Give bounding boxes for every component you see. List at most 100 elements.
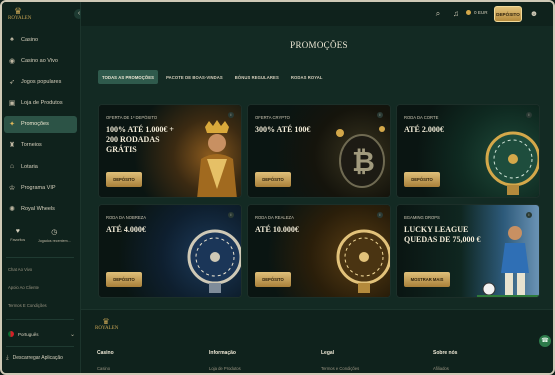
sidebar-item-label: Programa VIP bbox=[21, 184, 56, 191]
tab-royal-wheels[interactable]: RODAS ROYAL bbox=[287, 70, 327, 84]
promo-title: LUCKY LEAGUE QUEDAS DE 75,000 € bbox=[404, 225, 481, 244]
sidebar-item-label: Royal Wheels bbox=[21, 206, 55, 212]
footer: ♛ ROYALEN Casino Casino Informação Loja … bbox=[81, 309, 553, 373]
recent-games-button[interactable]: ◷ Jogados recentem... bbox=[38, 228, 71, 243]
sidebar-item-label: Lotaria bbox=[21, 163, 38, 170]
promo-card-bgaming-drops[interactable]: i BGAMING DROPS LUCKY LEAGUE QUEDAS DE 7… bbox=[396, 204, 540, 298]
user-icon[interactable]: ☻ bbox=[528, 8, 540, 20]
tab-welcome-package[interactable]: PACOTE DE BOAS-VINDAS bbox=[162, 70, 227, 84]
info-icon[interactable]: i bbox=[526, 112, 532, 118]
info-icon[interactable]: i bbox=[228, 212, 234, 218]
promo-title: 100% ATÉ 1.000€ + 200 RODADAS GRÁTIS bbox=[106, 125, 174, 154]
favorites-label: Favoritos bbox=[10, 238, 26, 242]
promo-title: ATÉ 4.000€ bbox=[106, 225, 146, 234]
sidebar-item-popular-games[interactable]: ➶ Jogos populares bbox=[4, 73, 77, 90]
recent-games-label: Jogados recentem... bbox=[38, 239, 71, 243]
promo-card-first-deposit[interactable]: i OFERTA DE 1º DEPÓSITO 100% ATÉ 1.000€ … bbox=[98, 104, 242, 198]
sidebar-divider bbox=[6, 257, 74, 258]
promo-tag: RODA DA NOBREZA bbox=[106, 215, 147, 220]
wheel-illustration-icon bbox=[485, 131, 539, 195]
promo-tag: OFERTA CRYPTO bbox=[255, 115, 290, 120]
promo-card-court-wheel[interactable]: i RODA DA CORTE ATÉ 2.000€ DEPÓSITO bbox=[396, 104, 540, 198]
promo-tabs: TODAS AS PROMOÇÕES PACOTE DE BOAS-VINDAS… bbox=[98, 70, 327, 84]
download-app-label: Descarregar Aplicação bbox=[12, 355, 63, 361]
main-content: PROMOÇÕES TODAS AS PROMOÇÕES PACOTE DE B… bbox=[81, 26, 553, 373]
page-title: PROMOÇÕES bbox=[290, 40, 348, 50]
lottery-icon: ⌂ bbox=[9, 163, 15, 171]
logo-text: ROYALEN bbox=[8, 16, 32, 21]
deposit-button[interactable]: DEPÓSITO bbox=[404, 172, 440, 187]
promo-card-royalty-wheel[interactable]: i RODA DA REALEZA ATÉ 10.000€ DEPÓSITO bbox=[247, 204, 391, 298]
sidebar-item-lottery[interactable]: ⌂ Lotaria bbox=[4, 158, 77, 175]
wheel-illustration-icon bbox=[187, 229, 241, 293]
deposit-button[interactable]: DEPÓSITO bbox=[494, 6, 522, 22]
deposit-button[interactable]: DEPÓSITO bbox=[106, 172, 142, 187]
sidebar-item-tournaments[interactable]: ♜ Torneios bbox=[4, 137, 77, 154]
deposit-button[interactable]: DEPÓSITO bbox=[255, 172, 291, 187]
tab-all-promotions[interactable]: TODAS AS PROMOÇÕES bbox=[98, 70, 159, 84]
tab-regular-bonuses[interactable]: BÓNUS REGULARES bbox=[231, 70, 283, 84]
sidebar-divider bbox=[6, 346, 74, 347]
chat-support-icon[interactable]: ☎ bbox=[539, 335, 551, 347]
footer-column-about: Sobre nós Afiliados bbox=[433, 350, 457, 371]
info-icon[interactable]: i bbox=[377, 212, 383, 218]
support-link[interactable]: Apoio Ao Cliente bbox=[8, 285, 39, 290]
sidebar-item-royal-wheels[interactable]: ✺ Royal Wheels bbox=[4, 201, 77, 218]
download-app-button[interactable]: ⤓ Descarregar Aplicação bbox=[6, 352, 63, 364]
terms-link[interactable]: Termos E Condições bbox=[8, 303, 47, 308]
sidebar-item-label: Torneios bbox=[21, 142, 42, 149]
trophy-icon: ♜ bbox=[8, 142, 16, 150]
crown-icon: ♔ bbox=[8, 184, 16, 192]
shop-icon: ▣ bbox=[8, 100, 16, 108]
deposit-button[interactable]: DEPÓSITO bbox=[106, 272, 142, 287]
promo-tag: RODA DA CORTE bbox=[404, 115, 439, 120]
search-icon[interactable]: ⌕ bbox=[433, 9, 443, 19]
promo-tag: BGAMING DROPS bbox=[404, 215, 440, 220]
live-chat-link[interactable]: Chat Ao Vivo bbox=[8, 267, 32, 272]
info-icon[interactable]: i bbox=[526, 212, 532, 218]
promo-tag: OFERTA DE 1º DEPÓSITO bbox=[106, 115, 158, 120]
sidebar-item-promotions[interactable]: ✦ Promoções bbox=[4, 115, 77, 133]
footer-link[interactable]: Afiliados bbox=[433, 366, 457, 371]
brand-logo[interactable]: ♛ ROYALEN bbox=[8, 6, 32, 26]
promo-card-crypto[interactable]: ₿ i OFERTA CRYPTO 300% ATÉ 100€ DEPÓSITO bbox=[247, 104, 391, 198]
language-selector[interactable]: Português ⌄ bbox=[5, 327, 77, 341]
bitcoin-illustration-icon: ₿ bbox=[336, 126, 385, 188]
promo-title: ATÉ 10.000€ bbox=[255, 225, 299, 234]
crown-logo-icon: ♛ bbox=[13, 6, 23, 16]
sidebar-item-casino[interactable]: ♠ Casino bbox=[4, 31, 77, 48]
info-icon[interactable]: i bbox=[228, 112, 234, 118]
sidebar-item-shop[interactable]: ▣ Loja de Produtos bbox=[4, 95, 77, 112]
footer-link[interactable]: Loja de Produtos bbox=[209, 366, 241, 371]
footer-link[interactable]: Casino bbox=[97, 366, 114, 371]
footer-column-legal: Legal Termos e Condições bbox=[321, 350, 359, 371]
wheel-icon: ✺ bbox=[9, 206, 15, 213]
top-bar: ⌕ ♫ 0 EUR DEPÓSITO ☻ bbox=[81, 2, 553, 26]
gift-icon: ✦ bbox=[9, 121, 15, 129]
footer-heading: Casino bbox=[97, 350, 114, 356]
portugal-flag-icon bbox=[8, 331, 14, 337]
show-more-button[interactable]: MOSTRAR MAIS bbox=[404, 272, 450, 287]
footer-column-casino: Casino Casino bbox=[97, 350, 114, 371]
sidebar-item-label: Casino ao Vivo bbox=[21, 57, 58, 64]
footer-column-info: Informação Loja de Produtos bbox=[209, 350, 241, 371]
sidebar-item-label: Promoções bbox=[21, 121, 49, 128]
deposit-button[interactable]: DEPÓSITO bbox=[255, 272, 291, 287]
footer-heading: Informação bbox=[209, 350, 236, 356]
footer-heading: Legal bbox=[321, 350, 335, 356]
sidebar-item-label: Casino bbox=[21, 36, 39, 43]
bell-icon[interactable]: ♫ bbox=[451, 9, 461, 19]
sidebar-item-vip[interactable]: ♔ Programa VIP bbox=[4, 179, 77, 196]
info-icon[interactable]: i bbox=[377, 112, 383, 118]
footer-logo[interactable]: ♛ ROYALEN bbox=[95, 318, 118, 332]
football-player-illustration-icon bbox=[477, 226, 539, 297]
promo-tag: RODA DA REALEZA bbox=[255, 215, 294, 220]
balance-display[interactable]: 0 EUR bbox=[466, 10, 488, 15]
sidebar-item-label: Loja de Produtos bbox=[21, 100, 63, 107]
footer-link[interactable]: Termos e Condições bbox=[321, 366, 359, 371]
balance-value: 0 EUR bbox=[474, 10, 488, 15]
sidebar-item-live-casino[interactable]: ◉ Casino ao Vivo bbox=[4, 52, 77, 69]
favorites-button[interactable]: ♥ Favoritos bbox=[10, 228, 25, 243]
wheel-illustration-icon bbox=[336, 229, 390, 293]
promo-card-nobility-wheel[interactable]: i RODA DA NOBREZA ATÉ 4.000€ DEPÓSITO bbox=[98, 204, 242, 298]
